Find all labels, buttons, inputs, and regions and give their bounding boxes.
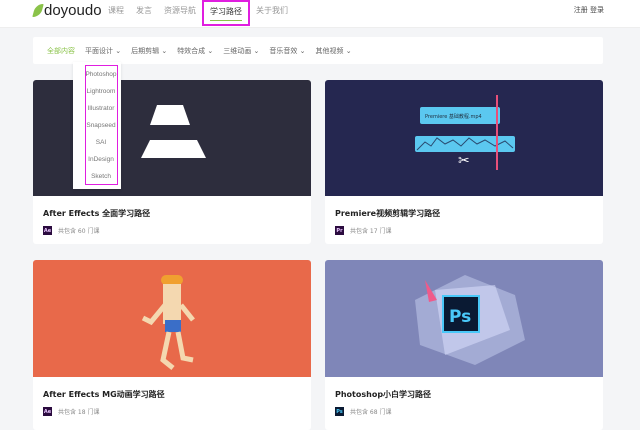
nav-posts[interactable]: 发言 <box>130 0 158 28</box>
card-title[interactable]: After Effects 全面学习路径 <box>33 196 311 219</box>
card-title[interactable]: Photoshop小白学习路径 <box>325 377 603 400</box>
card-thumbnail[interactable]: Premiere 基础教程.mp4 ✂ <box>325 80 603 196</box>
dropdown-item[interactable]: Snapseed <box>77 117 125 134</box>
logo[interactable]: doyoudo <box>32 2 102 19</box>
dropdown-item[interactable]: SAI <box>77 134 125 151</box>
course-count: 共包含 17 门课 <box>350 228 392 235</box>
filter-3d[interactable]: 三维动画 ⌄ <box>223 46 259 56</box>
filter-post-editing[interactable]: 后期剪辑 ⌄ <box>131 46 167 56</box>
dropdown-item[interactable]: Lightroom <box>77 83 125 100</box>
svg-text:✂: ✂ <box>458 153 470 169</box>
photoshop-illustration: Ps <box>415 275 525 365</box>
dropdown-item[interactable]: Illustrator <box>77 100 125 117</box>
category-filter: 全部内容 平面设计 ⌄ 后期剪辑 ⌄ 特效合成 ⌄ 三维动画 ⌄ 音乐音效 ⌄ … <box>33 37 603 64</box>
premiere-timeline-illustration: Premiere 基础教程.mp4 ✂ <box>415 95 515 170</box>
auth-links[interactable]: 注册 登录 <box>574 5 604 15</box>
course-count: 共包含 68 门课 <box>350 409 392 416</box>
dropdown-item[interactable]: Photoshop <box>77 66 125 83</box>
dropdown-item[interactable]: InDesign <box>77 151 125 168</box>
filter-graphic-design[interactable]: 平面设计 ⌄ <box>85 46 121 56</box>
svg-text:Ps: Ps <box>449 307 471 327</box>
mg-character-illustration <box>141 275 195 370</box>
path-card[interactable]: Premiere 基础教程.mp4 ✂ Premiere视频剪辑学习路径 Pr 共… <box>325 80 603 244</box>
clip-label: Premiere 基础教程.mp4 <box>425 113 482 120</box>
filter-audio[interactable]: 音乐音效 ⌄ <box>269 46 305 56</box>
card-title[interactable]: After Effects MG动画学习路径 <box>33 377 311 400</box>
filter-other[interactable]: 其他视频 ⌄ <box>315 46 351 56</box>
nav-resources[interactable]: 资源导航 <box>158 0 202 28</box>
pr-badge-icon: Pr <box>335 226 344 235</box>
card-thumbnail[interactable] <box>33 260 311 377</box>
course-count: 共包含 60 门课 <box>58 228 100 235</box>
nav-courses[interactable]: 课程 <box>102 0 130 28</box>
card-thumbnail[interactable]: Ps <box>325 260 603 377</box>
header: doyoudo 课程 发言 资源导航 学习路径 关于我们 注册 登录 <box>0 0 640 28</box>
nav-learning-path[interactable]: 学习路径 <box>202 0 250 26</box>
course-count: 共包含 18 门课 <box>58 409 100 416</box>
main-nav: 课程 发言 资源导航 学习路径 关于我们 <box>102 0 294 28</box>
ae-badge-icon: Ae <box>43 226 52 235</box>
dropdown-item[interactable]: Sketch <box>77 168 125 185</box>
ae-badge-icon: Ae <box>43 407 52 416</box>
leaf-icon <box>32 4 44 17</box>
graphic-design-dropdown: Photoshop Lightroom Illustrator Snapseed… <box>73 62 121 189</box>
nav-about[interactable]: 关于我们 <box>250 0 294 28</box>
path-card[interactable]: After Effects MG动画学习路径 Ae 共包含 18 门课 <box>33 260 311 430</box>
filter-all[interactable]: 全部内容 <box>47 46 75 56</box>
path-card[interactable]: Ps Photoshop小白学习路径 Ps 共包含 68 门课 <box>325 260 603 430</box>
card-title[interactable]: Premiere视频剪辑学习路径 <box>325 196 603 219</box>
ps-badge-icon: Ps <box>335 407 344 416</box>
filter-vfx[interactable]: 特效合成 ⌄ <box>177 46 213 56</box>
